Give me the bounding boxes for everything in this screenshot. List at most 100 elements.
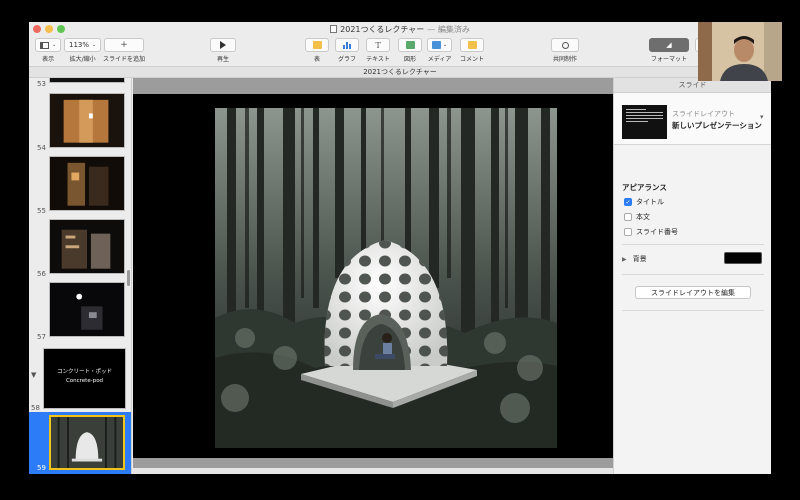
divider: [622, 274, 764, 275]
slide-thumbnail[interactable]: [49, 93, 125, 148]
document-icon: [330, 25, 338, 33]
checkbox-checked-icon[interactable]: ✓: [624, 198, 632, 206]
room-photo: [67, 162, 109, 206]
table-icon: [312, 41, 322, 49]
zoom-value: 113%: [69, 41, 90, 49]
play-label: 再生: [216, 56, 229, 63]
format-button[interactable]: ◢: [649, 38, 689, 52]
layout-sub-label: スライドレイアウト: [672, 110, 735, 118]
night-photo: [76, 293, 103, 330]
slide-number: 55: [37, 207, 46, 215]
slide-number: 56: [37, 270, 46, 278]
edit-slide-layout-button[interactable]: スライドレイアウトを編集: [635, 286, 751, 299]
toolbar: ⌄ 表示 113% ⌄ 拡大/縮小 + スライドを追加 再生 表 グラフ T テ…: [29, 36, 771, 66]
view-label: 表示: [42, 56, 55, 63]
slide-number: 54: [37, 144, 46, 152]
text-button[interactable]: T: [366, 38, 390, 52]
concrete-pod-forest-photo[interactable]: [215, 108, 557, 448]
view-button[interactable]: ⌄: [35, 38, 62, 52]
stairs-photo: [61, 229, 111, 269]
play-button[interactable]: [210, 38, 236, 52]
canvas-top-margin: [133, 78, 613, 94]
format-inspector: スライド スライドレイアウト 新しいプレゼンテーション ▾ アピアランス ✓ タ…: [613, 78, 771, 474]
chart-button[interactable]: [335, 38, 359, 52]
window-title: 2021つくるレクチャー: [340, 24, 425, 34]
text-label: テキスト: [366, 56, 390, 63]
body-option[interactable]: 本文: [624, 212, 650, 222]
slide-thumbnail[interactable]: [49, 156, 125, 211]
table-control[interactable]: 表: [305, 38, 329, 63]
slide-thumbnail[interactable]: [49, 282, 125, 337]
slide-thumbnail[interactable]: [49, 219, 125, 274]
view-control[interactable]: ⌄ 表示: [35, 38, 62, 63]
chart-control[interactable]: グラフ: [335, 38, 359, 63]
slide-layout-selector[interactable]: スライドレイアウト 新しいプレゼンテーション ▾: [614, 93, 771, 145]
title-bar: 2021つくるレクチャー — 編集済み: [29, 22, 771, 36]
interior-photo: [63, 99, 109, 143]
slide-number: 59: [37, 464, 46, 472]
add-slide-control[interactable]: + スライドを追加: [103, 38, 145, 63]
edit-slide-layout-label: スライドレイアウトを編集: [651, 288, 735, 297]
chevron-down-icon: ⌄: [92, 42, 97, 48]
format-control[interactable]: ◢ フォーマット: [649, 38, 689, 63]
sidebar-icon: [40, 41, 49, 49]
text-control[interactable]: T テキスト: [366, 38, 390, 63]
comment-icon: [467, 41, 477, 49]
zoom-window-button[interactable]: [57, 25, 65, 33]
tab-slide[interactable]: スライド: [679, 80, 707, 90]
current-slide[interactable]: [215, 108, 557, 448]
slide-navigator[interactable]: 53 54 55 56 57 コンクリート・ポッド Concrete-pod 5…: [29, 78, 132, 474]
slide-number-option[interactable]: スライド番号: [624, 227, 678, 237]
layout-thumbnail: [622, 105, 667, 139]
title-option[interactable]: ✓ タイトル: [624, 197, 664, 207]
table-button[interactable]: [305, 38, 329, 52]
navigator-scrollbar[interactable]: [127, 270, 130, 286]
collab-button[interactable]: [551, 38, 579, 52]
collab-label: 共同制作: [552, 56, 577, 63]
background-row[interactable]: ▶ 背景: [622, 254, 647, 264]
table-label: 表: [313, 56, 320, 63]
add-slide-label: スライドを追加: [103, 56, 146, 63]
zoom-label: 拡大/縮小: [69, 56, 96, 63]
chevron-down-icon: ⌄: [52, 42, 57, 48]
checkbox-icon[interactable]: [624, 228, 632, 236]
canvas-bottom-margin: [133, 458, 613, 468]
close-window-button[interactable]: [33, 25, 41, 33]
appearance-header: アピアランス: [622, 183, 667, 192]
disclosure-triangle-icon[interactable]: ▼: [31, 371, 36, 379]
media-button[interactable]: ⌄: [427, 38, 453, 52]
chevron-down-icon[interactable]: ▾: [760, 113, 764, 121]
slide-thumbnail[interactable]: [49, 78, 125, 83]
comment-label: コメント: [460, 56, 485, 63]
minimize-window-button[interactable]: [45, 25, 53, 33]
slide-thumbnail-selected[interactable]: [49, 415, 125, 470]
disclosure-right-icon[interactable]: ▶: [622, 256, 627, 263]
collab-control[interactable]: 共同制作: [551, 38, 579, 63]
comment-button[interactable]: [460, 38, 484, 52]
bar-chart-icon: [343, 41, 351, 49]
play-control[interactable]: 再生: [210, 38, 236, 63]
background-color-well[interactable]: [724, 252, 762, 264]
shape-control[interactable]: 図形: [398, 38, 422, 63]
canvas-horizontal-scrollbar[interactable]: [133, 468, 613, 474]
shape-button[interactable]: [398, 38, 422, 52]
zoom-select[interactable]: 113% ⌄: [64, 38, 102, 52]
media-label: メディア: [427, 56, 452, 63]
plus-icon: +: [120, 40, 128, 50]
body-option-label: 本文: [636, 213, 650, 221]
checkbox-icon[interactable]: [624, 213, 632, 221]
paintbrush-icon: ◢: [666, 41, 672, 49]
slide-number: 53: [37, 80, 46, 88]
play-icon: [220, 41, 226, 49]
webcam-video-feed: [698, 22, 782, 81]
photo-icon: [432, 41, 441, 49]
slide-thumbnail[interactable]: コンクリート・ポッド Concrete-pod: [43, 348, 126, 409]
comment-control[interactable]: コメント: [460, 38, 484, 63]
media-control[interactable]: ⌄ メディア: [427, 38, 453, 63]
document-title: 2021つくるレクチャー: [363, 68, 437, 76]
person-add-icon: [561, 41, 569, 49]
zoom-control[interactable]: 113% ⌄ 拡大/縮小: [64, 38, 102, 63]
divider: [622, 244, 764, 245]
add-slide-button[interactable]: +: [104, 38, 144, 52]
slide-canvas[interactable]: [133, 78, 613, 474]
